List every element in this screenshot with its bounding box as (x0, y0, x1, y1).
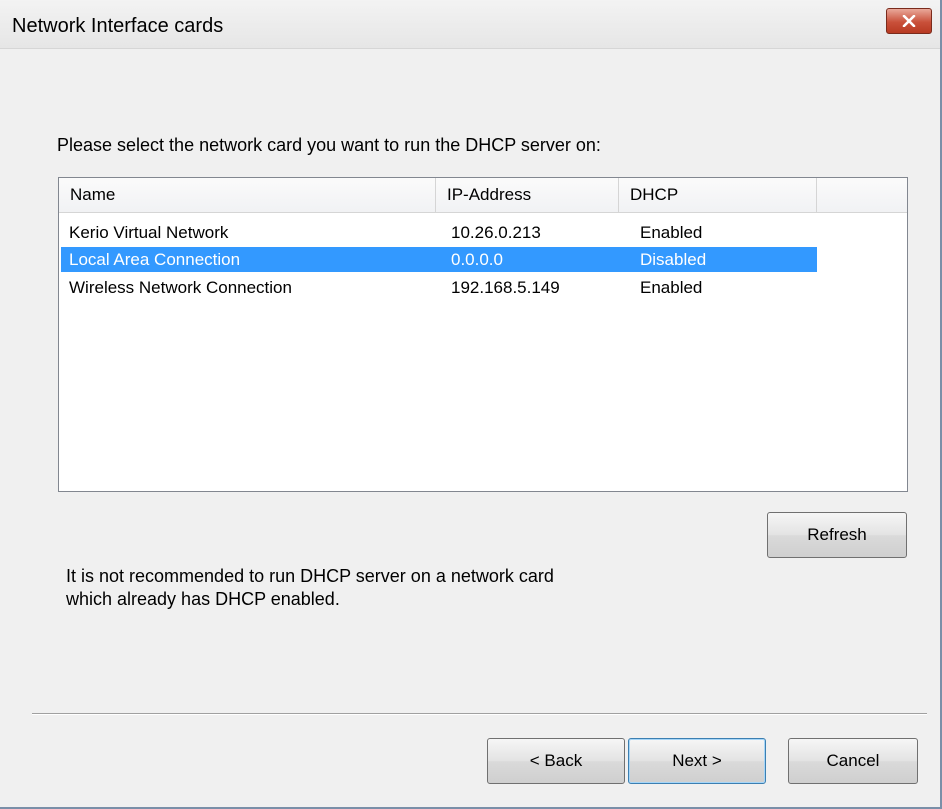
next-button[interactable]: Next > (628, 738, 766, 784)
column-header-ip-address[interactable]: IP-Address (436, 178, 619, 212)
row-dhcp-status: Disabled (640, 250, 707, 269)
note-line-2: which already has DHCP enabled. (66, 589, 340, 609)
window-title: Network Interface cards (12, 15, 224, 37)
column-header-dhcp[interactable]: DHCP (619, 178, 817, 212)
row-dhcp-status: Enabled (640, 278, 703, 297)
column-header-empty (817, 178, 907, 212)
row-ip-address: 192.168.5.149 (451, 278, 560, 297)
back-button[interactable]: < Back (487, 738, 625, 784)
list-row[interactable]: Wireless Network Connection 192.168.5.14… (59, 275, 907, 300)
note-line-1: It is not recommended to run DHCP server… (66, 566, 554, 586)
instruction-text: Please select the network card you want … (57, 135, 601, 155)
list-row[interactable]: Kerio Virtual Network 10.26.0.213 Enable… (59, 220, 907, 245)
dhcp-warning-note: It is not recommended to run DHCP server… (66, 565, 554, 611)
row-ip-address: 0.0.0.0 (451, 250, 503, 269)
close-icon (902, 15, 916, 27)
column-header-name[interactable]: Name (59, 178, 436, 212)
network-card-list[interactable]: Name IP-Address DHCP Kerio Virtual Netwo… (58, 177, 908, 492)
row-name: Local Area Connection (69, 250, 241, 269)
close-button[interactable] (886, 8, 932, 34)
refresh-button[interactable]: Refresh (767, 512, 907, 558)
footer-divider (32, 713, 927, 715)
cancel-button[interactable]: Cancel (788, 738, 918, 784)
title-bar[interactable]: Network Interface cards (0, 0, 940, 49)
row-dhcp-status: Enabled (640, 223, 703, 242)
row-name: Wireless Network Connection (69, 278, 292, 297)
list-header: Name IP-Address DHCP (59, 178, 907, 213)
dialog-window: Network Interface cards Please select th… (0, 0, 942, 809)
row-name: Kerio Virtual Network (69, 223, 229, 242)
row-ip-address: 10.26.0.213 (451, 223, 541, 242)
list-row-selected[interactable]: Local Area Connection 0.0.0.0 Disabled (59, 247, 907, 272)
